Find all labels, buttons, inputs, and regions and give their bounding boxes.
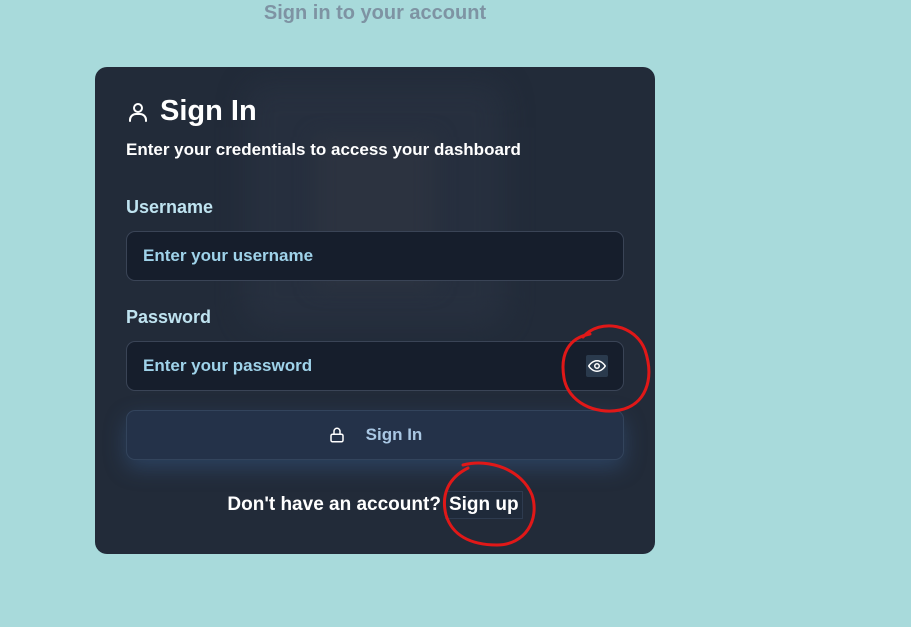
card-description: Enter your credentials to access your da…	[126, 140, 521, 159]
signup-prompt-text: Don't have an account?	[227, 494, 441, 515]
lock-icon	[329, 427, 344, 443]
card-header: Sign In	[126, 95, 257, 128]
toggle-password-visibility-button[interactable]	[586, 355, 608, 377]
username-input[interactable]	[126, 231, 624, 281]
sign-in-card: Sign In Enter your credentials to access…	[95, 67, 655, 554]
sign-in-button-label: Sign In	[365, 425, 423, 444]
card-title: Sign In	[160, 95, 257, 127]
signup-prompt: Don't have an account? Sign up	[95, 491, 655, 519]
user-icon	[129, 102, 147, 122]
username-label: Username	[126, 197, 214, 217]
password-input[interactable]	[126, 341, 624, 391]
page-subtitle: Sign in to your account	[263, 2, 487, 24]
eye-icon	[588, 360, 606, 372]
sign-in-button[interactable]: Sign In	[126, 410, 624, 460]
password-label: Password	[126, 307, 212, 327]
sign-up-link[interactable]: Sign up	[444, 491, 523, 519]
